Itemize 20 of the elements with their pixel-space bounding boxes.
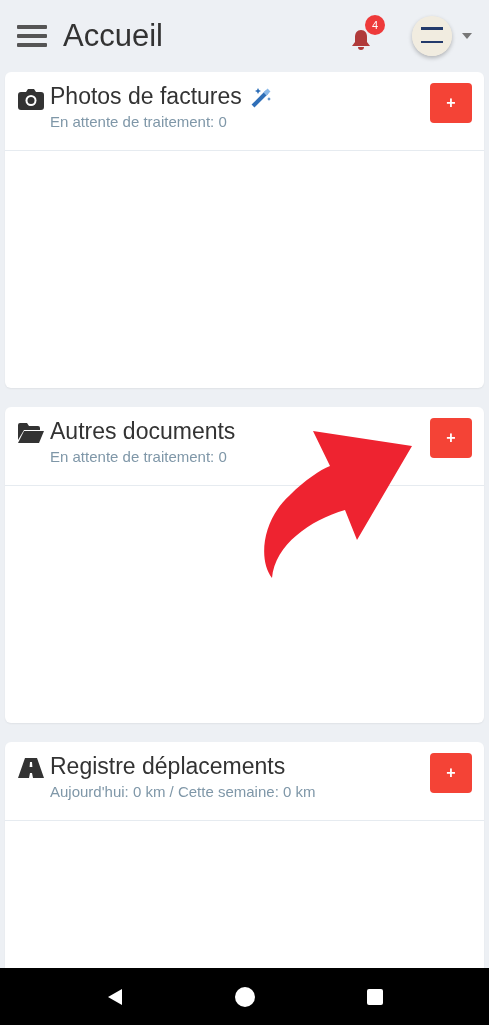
camera-icon <box>18 88 44 110</box>
caret-icon[interactable] <box>462 33 472 39</box>
card-subtitle: En attente de traitement: 0 <box>50 448 228 465</box>
card-title: Registre déplacements <box>50 753 286 780</box>
add-button[interactable]: + <box>430 753 472 793</box>
card-title: Photos de factures <box>50 83 242 110</box>
add-button[interactable]: + <box>430 418 472 458</box>
bell-icon[interactable] <box>350 29 372 51</box>
card-subtitle: Aujourd'hui: 0 km / Cette semaine: 0 km <box>50 783 317 800</box>
road-icon <box>18 758 44 778</box>
card-subtitle: En attente de traitement: 0 <box>50 113 228 130</box>
folder-icon <box>18 423 44 443</box>
add-button[interactable]: + <box>430 83 472 123</box>
page-title: Accueil <box>63 18 164 54</box>
notification-badge: 4 <box>365 15 385 35</box>
menu-icon[interactable] <box>17 24 47 48</box>
avatar[interactable] <box>412 16 452 56</box>
home-icon[interactable] <box>233 985 256 1008</box>
recents-icon[interactable] <box>364 986 385 1007</box>
card-title: Autres documents <box>50 418 236 445</box>
